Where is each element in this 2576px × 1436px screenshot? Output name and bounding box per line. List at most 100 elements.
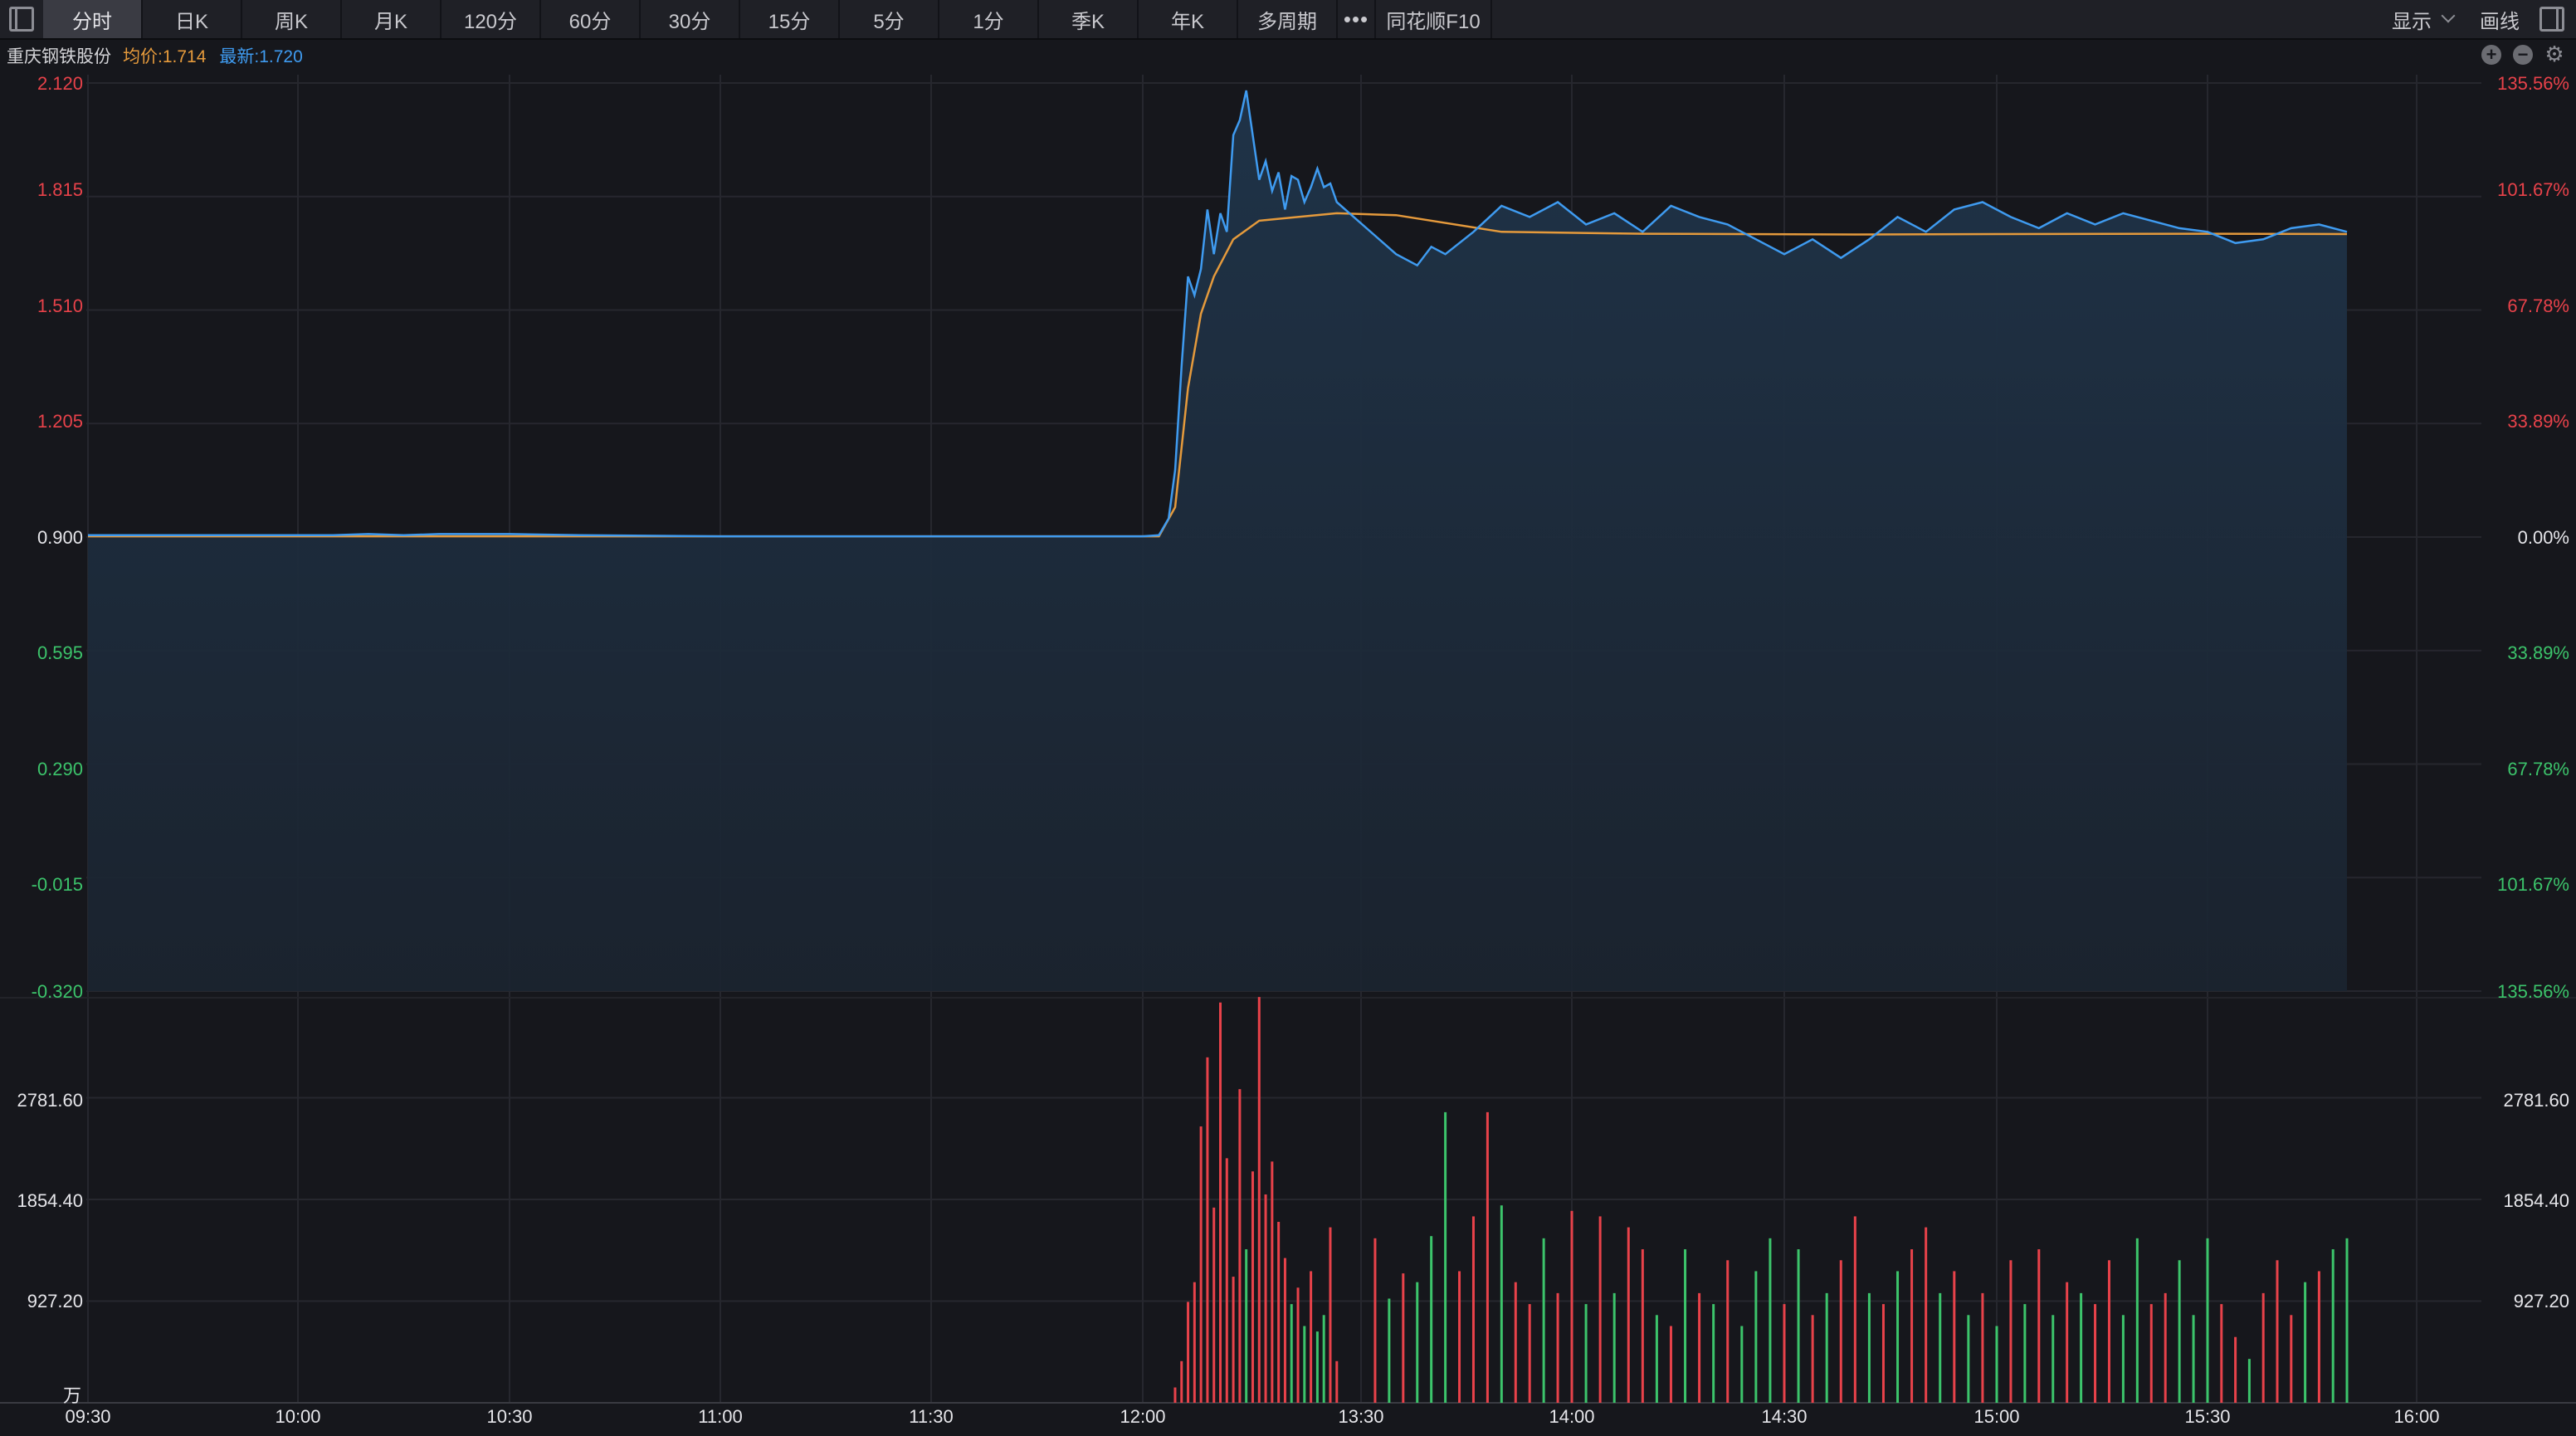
time-tick: 10:30 [486, 1406, 533, 1427]
volume-bar [2009, 1260, 2013, 1403]
volume-bar [1542, 1238, 1545, 1403]
pct-tick-right: 135.56% [2497, 73, 2569, 94]
pct-tick-right: 135.56% [2497, 981, 2569, 1002]
volume-bar [2164, 1292, 2167, 1403]
volume-bar [1612, 1292, 1616, 1403]
volume-bar [1322, 1315, 1325, 1403]
volume-bar [1953, 1271, 1956, 1403]
volume-bar [1811, 1315, 1814, 1403]
volume-bar [1283, 1258, 1286, 1403]
volume-bar [1853, 1216, 1856, 1403]
time-tick: 14:00 [1549, 1406, 1595, 1427]
volume-bar [2135, 1238, 2139, 1403]
pct-tick-right: 67.78% [2507, 759, 2569, 779]
volume-bar [1584, 1304, 1588, 1403]
volume-bar [1486, 1111, 1489, 1403]
volume-bar [1995, 1326, 1998, 1403]
volume-bar [2261, 1292, 2265, 1403]
intraday-chart[interactable] [0, 0, 2576, 1436]
volume-bar [1556, 1292, 1559, 1403]
volume-bar [1471, 1216, 1475, 1403]
volume-bar [1641, 1249, 1644, 1403]
volume-bar [1967, 1315, 1970, 1403]
volume-tick-left: 1854.40 [17, 1190, 83, 1211]
time-tick: 12:00 [1120, 1406, 1166, 1427]
volume-bar [2066, 1282, 2069, 1403]
volume-bar [1939, 1292, 1942, 1403]
price-tick-left: 2.120 [37, 73, 83, 94]
volume-bar [2234, 1336, 2237, 1403]
pct-tick-right: 33.89% [2507, 642, 2569, 663]
volume-bar [1335, 1360, 1339, 1403]
volume-tick-right: 1854.40 [2503, 1190, 2569, 1211]
price-layer [88, 90, 2348, 991]
time-tick: 10:00 [275, 1406, 321, 1427]
volume-bar [2121, 1315, 2125, 1403]
volume-bar [1212, 1207, 1216, 1403]
volume-bar [1896, 1271, 1900, 1403]
volume-bar [2037, 1249, 2041, 1403]
volume-bar [1310, 1271, 1313, 1403]
price-tick-left: -0.320 [31, 981, 83, 1002]
volume-bar [1769, 1238, 1772, 1403]
volume-unit-label: 万 [63, 1385, 82, 1406]
volume-bar [1514, 1282, 1517, 1403]
volume-bar [1187, 1302, 1190, 1403]
volume-bar [1296, 1287, 1300, 1403]
volume-bar [2345, 1238, 2349, 1403]
volume-tick-right: 2781.60 [2503, 1090, 2569, 1111]
volume-bar [1430, 1236, 1433, 1403]
volume-bar [1783, 1304, 1786, 1403]
time-tick: 15:00 [1973, 1406, 2020, 1427]
volume-bar [1867, 1292, 1871, 1403]
volume-bar [1180, 1360, 1183, 1403]
volume-bar [1839, 1260, 1842, 1403]
volume-bar [1797, 1249, 1800, 1403]
price-tick-left: -0.015 [31, 874, 83, 895]
volume-bar [2192, 1315, 2195, 1403]
volume-bar [1740, 1326, 1744, 1403]
volume-bar [2107, 1260, 2110, 1403]
volume-tick-left: 927.20 [27, 1291, 83, 1311]
volume-bar [1219, 1002, 1222, 1403]
volume-bar [2247, 1359, 2251, 1403]
volume-bar [1290, 1304, 1293, 1403]
price-tick-left: 1.815 [37, 179, 83, 200]
volume-bar [1881, 1304, 1885, 1403]
volume-bar [2220, 1304, 2223, 1403]
price-tick-left: 0.290 [37, 759, 83, 779]
volume-bar [1500, 1205, 1503, 1403]
volume-bar [2023, 1304, 2027, 1403]
volume-bar [1458, 1271, 1461, 1403]
volume-bar [1754, 1271, 1758, 1403]
volume-bar [2331, 1249, 2334, 1403]
volume-bar [1726, 1260, 1730, 1403]
volume-bar [2052, 1315, 2055, 1403]
volume-bar [2094, 1304, 2097, 1403]
time-tick: 15:30 [2184, 1406, 2231, 1427]
pct-tick-right: 101.67% [2497, 179, 2569, 200]
volume-bar [1257, 997, 1261, 1403]
volume-bar [1303, 1326, 1306, 1403]
volume-bar [1193, 1282, 1196, 1403]
volume-bar [2304, 1282, 2307, 1403]
volume-bar [2149, 1304, 2153, 1403]
volume-tick-right: 927.20 [2513, 1291, 2569, 1311]
pct-tick-right: 33.89% [2507, 411, 2569, 432]
pct-tick-right: 67.78% [2507, 296, 2569, 316]
time-tick: 14:30 [1761, 1406, 1808, 1427]
price-tick-left: 1.510 [37, 296, 83, 316]
volume-bar [1712, 1304, 1715, 1403]
volume-bar [1684, 1249, 1687, 1403]
volume-bar [1444, 1111, 1447, 1403]
volume-bar [1373, 1238, 1377, 1403]
time-tick: 13:30 [1338, 1406, 1384, 1427]
volume-bar [1910, 1249, 1914, 1403]
volume-bar [1206, 1057, 1209, 1403]
pct-tick-right: 101.67% [2497, 874, 2569, 895]
volume-bar [1329, 1227, 1332, 1403]
volume-bar [1627, 1227, 1630, 1403]
volume-bar [1315, 1331, 1319, 1403]
volume-bar [1925, 1227, 1928, 1403]
volume-bar [1199, 1126, 1203, 1403]
